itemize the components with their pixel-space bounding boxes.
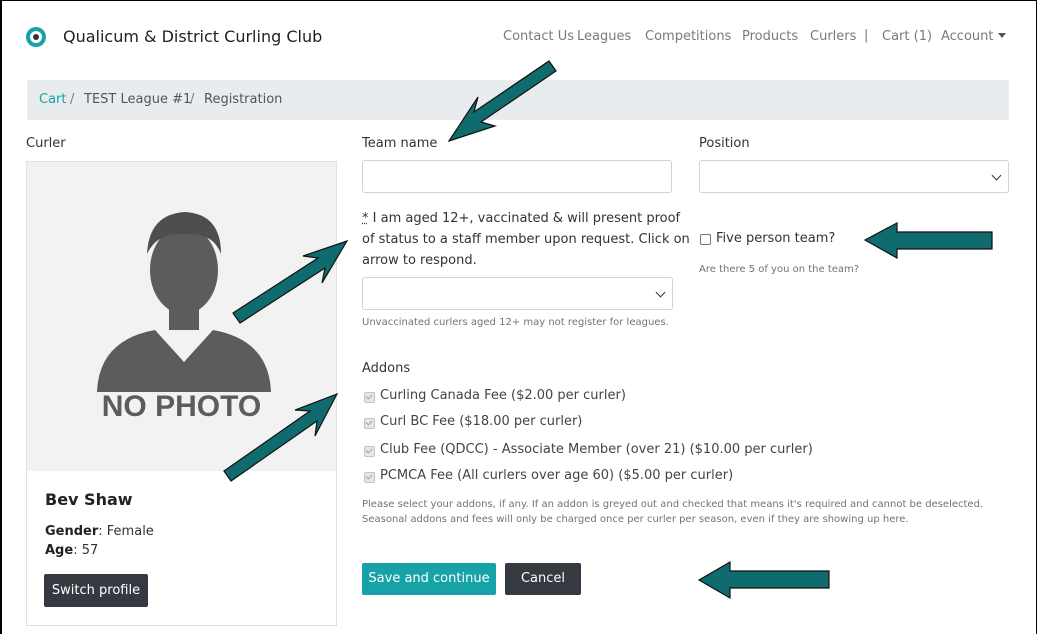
addon-label-curling-canada: Curling Canada Fee ($2.00 per curler) bbox=[380, 388, 626, 403]
addon-label-curl-bc: Curl BC Fee ($18.00 per curler) bbox=[380, 414, 583, 429]
five-person-help-text: Are there 5 of you on the team? bbox=[699, 264, 860, 275]
position-select[interactable] bbox=[699, 160, 1009, 193]
age-label: Age bbox=[45, 543, 74, 558]
person-silhouette-icon bbox=[97, 212, 271, 392]
chevron-down-icon bbox=[655, 287, 666, 298]
vaccination-line-3: arrow to respond. bbox=[362, 253, 477, 268]
addon-label-club-fee: Club Fee (QDCC) - Associate Member (over… bbox=[380, 442, 813, 457]
annotation-arrow-five-person bbox=[863, 222, 993, 260]
addon-checkbox-pcmca[interactable] bbox=[364, 472, 375, 483]
club-logo-icon[interactable] bbox=[26, 27, 46, 47]
addons-help-line-2: Seasonal addons and fees will only be ch… bbox=[362, 514, 909, 525]
nav-contact-us[interactable]: Contact Us bbox=[503, 29, 574, 44]
nav-account[interactable]: Account bbox=[941, 29, 1006, 44]
breadcrumb-current: Registration bbox=[204, 92, 283, 107]
nav-cart[interactable]: Cart (1) bbox=[882, 29, 932, 44]
gender-value: : Female bbox=[98, 524, 154, 539]
position-label: Position bbox=[699, 136, 750, 151]
no-photo-text: NO PHOTO bbox=[101, 390, 262, 423]
annotation-arrow-buttons bbox=[697, 560, 830, 600]
vaccination-line-1: I am aged 12+, vaccinated & will present… bbox=[368, 211, 681, 226]
five-person-checkbox[interactable] bbox=[700, 234, 711, 245]
curler-name: Bev Shaw bbox=[45, 490, 133, 509]
nav-products[interactable]: Products bbox=[742, 29, 798, 44]
vaccination-help-text: Unvaccinated curlers aged 12+ may not re… bbox=[362, 317, 669, 328]
nav-account-label: Account bbox=[941, 29, 994, 44]
addon-checkbox-curling-canada[interactable] bbox=[364, 392, 375, 403]
cancel-button[interactable]: Cancel bbox=[505, 563, 581, 595]
nav-leagues[interactable]: Leagues bbox=[577, 29, 631, 44]
curler-section-label: Curler bbox=[26, 136, 66, 151]
five-person-label[interactable]: Five person team? bbox=[716, 231, 835, 246]
breadcrumb-separator: / bbox=[70, 92, 75, 107]
save-and-continue-button[interactable]: Save and continue bbox=[362, 563, 496, 595]
addons-label: Addons bbox=[362, 361, 411, 376]
navbar: Qualicum & District Curling Club Contact… bbox=[2, 1, 1036, 73]
brand-name[interactable]: Qualicum & District Curling Club bbox=[63, 27, 322, 46]
gender-label: Gender bbox=[45, 524, 99, 539]
curler-gender: Gender: Female bbox=[45, 524, 154, 539]
caret-down-icon bbox=[997, 33, 1006, 38]
curler-age: Age: 57 bbox=[45, 543, 98, 558]
breadcrumb-cart-link[interactable]: Cart bbox=[39, 92, 67, 107]
nav-separator: | bbox=[864, 28, 869, 43]
addon-checkbox-curl-bc[interactable] bbox=[364, 418, 375, 429]
nav-curlers[interactable]: Curlers bbox=[810, 29, 856, 44]
team-name-input[interactable] bbox=[362, 160, 672, 193]
vaccination-line-2: of status to a staff member upon request… bbox=[362, 232, 690, 247]
breadcrumb-separator: / bbox=[190, 92, 195, 107]
addon-label-pcmca: PCMCA Fee (All curlers over age 60) ($5.… bbox=[380, 468, 734, 483]
vaccination-select[interactable] bbox=[362, 277, 673, 310]
chevron-down-icon bbox=[991, 170, 1002, 181]
addon-checkbox-club-fee[interactable] bbox=[364, 446, 375, 457]
breadcrumb: Cart / TEST League #1 / Registration bbox=[27, 80, 1009, 120]
age-value: : 57 bbox=[73, 543, 99, 558]
team-name-label: Team name bbox=[362, 136, 438, 151]
vaccination-question: * I am aged 12+, vaccinated & will prese… bbox=[362, 208, 690, 271]
profile-photo-placeholder: NO PHOTO bbox=[27, 162, 336, 471]
curler-card: NO PHOTO Bev Shaw Gender: Female Age: 57… bbox=[26, 161, 337, 626]
nav-competitions[interactable]: Competitions bbox=[645, 29, 731, 44]
addons-help-line-1: Please select your addons, if any. If an… bbox=[362, 499, 984, 510]
switch-profile-button[interactable]: Switch profile bbox=[44, 574, 148, 607]
breadcrumb-league: TEST League #1 bbox=[84, 92, 192, 107]
